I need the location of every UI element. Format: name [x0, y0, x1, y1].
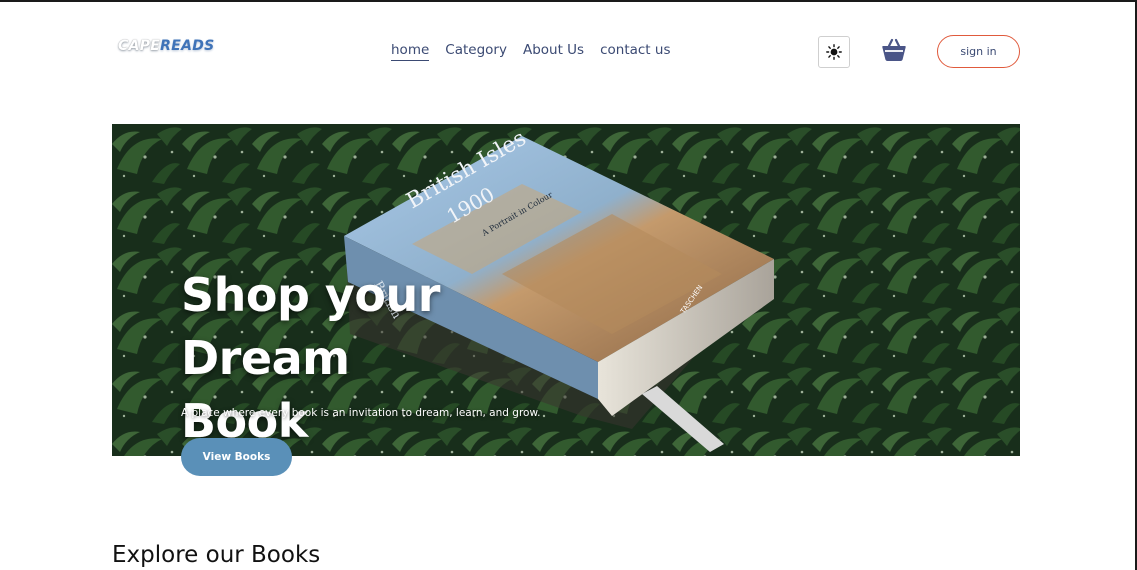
logo-part-cape: CAPE: [118, 38, 161, 54]
cart-button[interactable]: [881, 37, 907, 63]
nav-category[interactable]: Category: [445, 42, 507, 61]
logo-part-reads: READS: [160, 38, 215, 54]
hero-subtitle: A place where every book is an invitatio…: [181, 407, 541, 419]
hero-title-line1: Shop your Dream: [181, 268, 440, 385]
hero-title: Shop your Dream Book: [181, 264, 621, 453]
nav-about-us[interactable]: About Us: [523, 42, 584, 61]
nav-home[interactable]: home: [391, 42, 430, 61]
logo[interactable]: CAPEREADS: [118, 38, 215, 54]
explore-section-title: Explore our Books: [112, 542, 321, 568]
main-nav: home Category About Us contact us: [391, 42, 670, 61]
sun-icon: [826, 44, 842, 60]
basket-icon: [882, 38, 906, 61]
sign-in-button[interactable]: sign in: [937, 35, 1020, 68]
view-books-button[interactable]: View Books: [181, 438, 292, 476]
theme-toggle-button[interactable]: [818, 36, 850, 68]
nav-contact-us[interactable]: contact us: [600, 42, 670, 61]
